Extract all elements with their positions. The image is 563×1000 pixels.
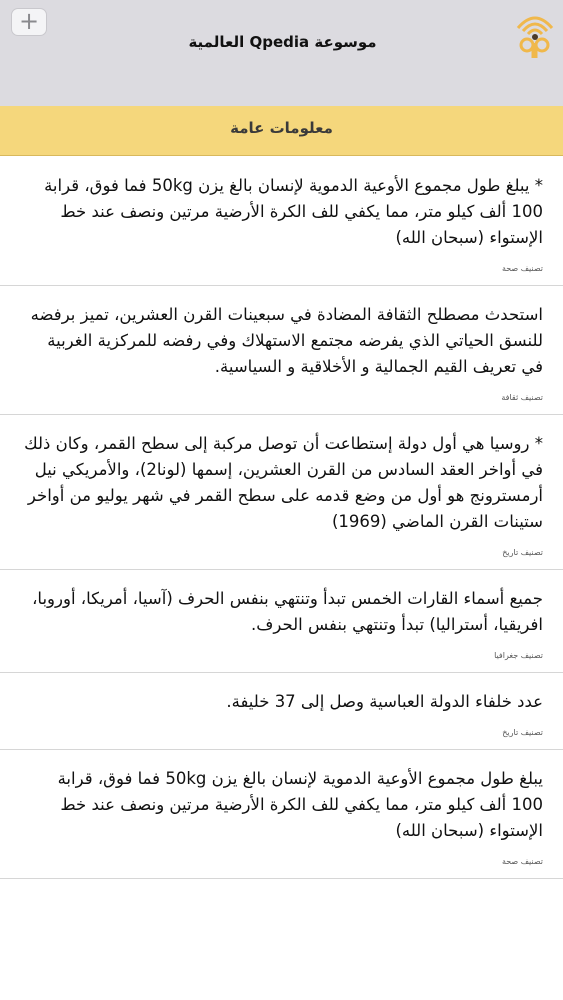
section-bar: معلومات عامة xyxy=(0,106,563,156)
add-button[interactable]: + xyxy=(11,8,47,36)
app-title: موسوعة Qpedia العالمية xyxy=(188,33,377,51)
fact-card[interactable]: يبلغ طول مجموع الأوعية الدموية لإنسان با… xyxy=(0,750,563,879)
plus-icon: + xyxy=(18,7,40,35)
fact-category[interactable]: تصنيف صحة xyxy=(24,263,543,275)
fact-category[interactable]: تصنيف جغرافيا xyxy=(24,650,543,662)
app-header: + موسوعة Qpedia العالمية xyxy=(0,0,563,106)
fact-text: * يبلغ طول مجموع الأوعية الدموية لإنسان … xyxy=(44,176,543,247)
fact-text: جميع أسماء القارات الخمس تبدأ وتنتهي بنف… xyxy=(32,589,543,634)
fact-text: استحدث مصطلح الثقافة المضادة في سبعينات … xyxy=(30,305,543,376)
fact-card[interactable]: * يبلغ طول مجموع الأوعية الدموية لإنسان … xyxy=(0,157,563,286)
section-title: معلومات عامة xyxy=(230,119,333,137)
fact-category[interactable]: تصنيف صحة xyxy=(24,856,543,868)
fact-card[interactable]: جميع أسماء القارات الخمس تبدأ وتنتهي بنف… xyxy=(0,570,563,673)
fact-card[interactable]: * روسيا هي أول دولة إستطاعت أن توصل مركب… xyxy=(0,415,563,570)
fact-card[interactable]: استحدث مصطلح الثقافة المضادة في سبعينات … xyxy=(0,286,563,415)
fact-category[interactable]: تصنيف ثقافة xyxy=(24,392,543,404)
fact-text: * روسيا هي أول دولة إستطاعت أن توصل مركب… xyxy=(24,434,543,531)
fact-card[interactable]: عدد خلفاء الدولة العباسية وصل إلى 37 خلي… xyxy=(0,673,563,750)
fact-text: عدد خلفاء الدولة العباسية وصل إلى 37 خلي… xyxy=(226,692,543,711)
fact-text: يبلغ طول مجموع الأوعية الدموية لإنسان با… xyxy=(57,769,543,840)
facts-feed: * يبلغ طول مجموع الأوعية الدموية لإنسان … xyxy=(0,157,563,879)
fact-category[interactable]: تصنيف تاريخ xyxy=(24,727,543,739)
fact-category[interactable]: تصنيف تاريخ xyxy=(24,547,543,559)
qpedia-logo-icon xyxy=(516,16,554,58)
